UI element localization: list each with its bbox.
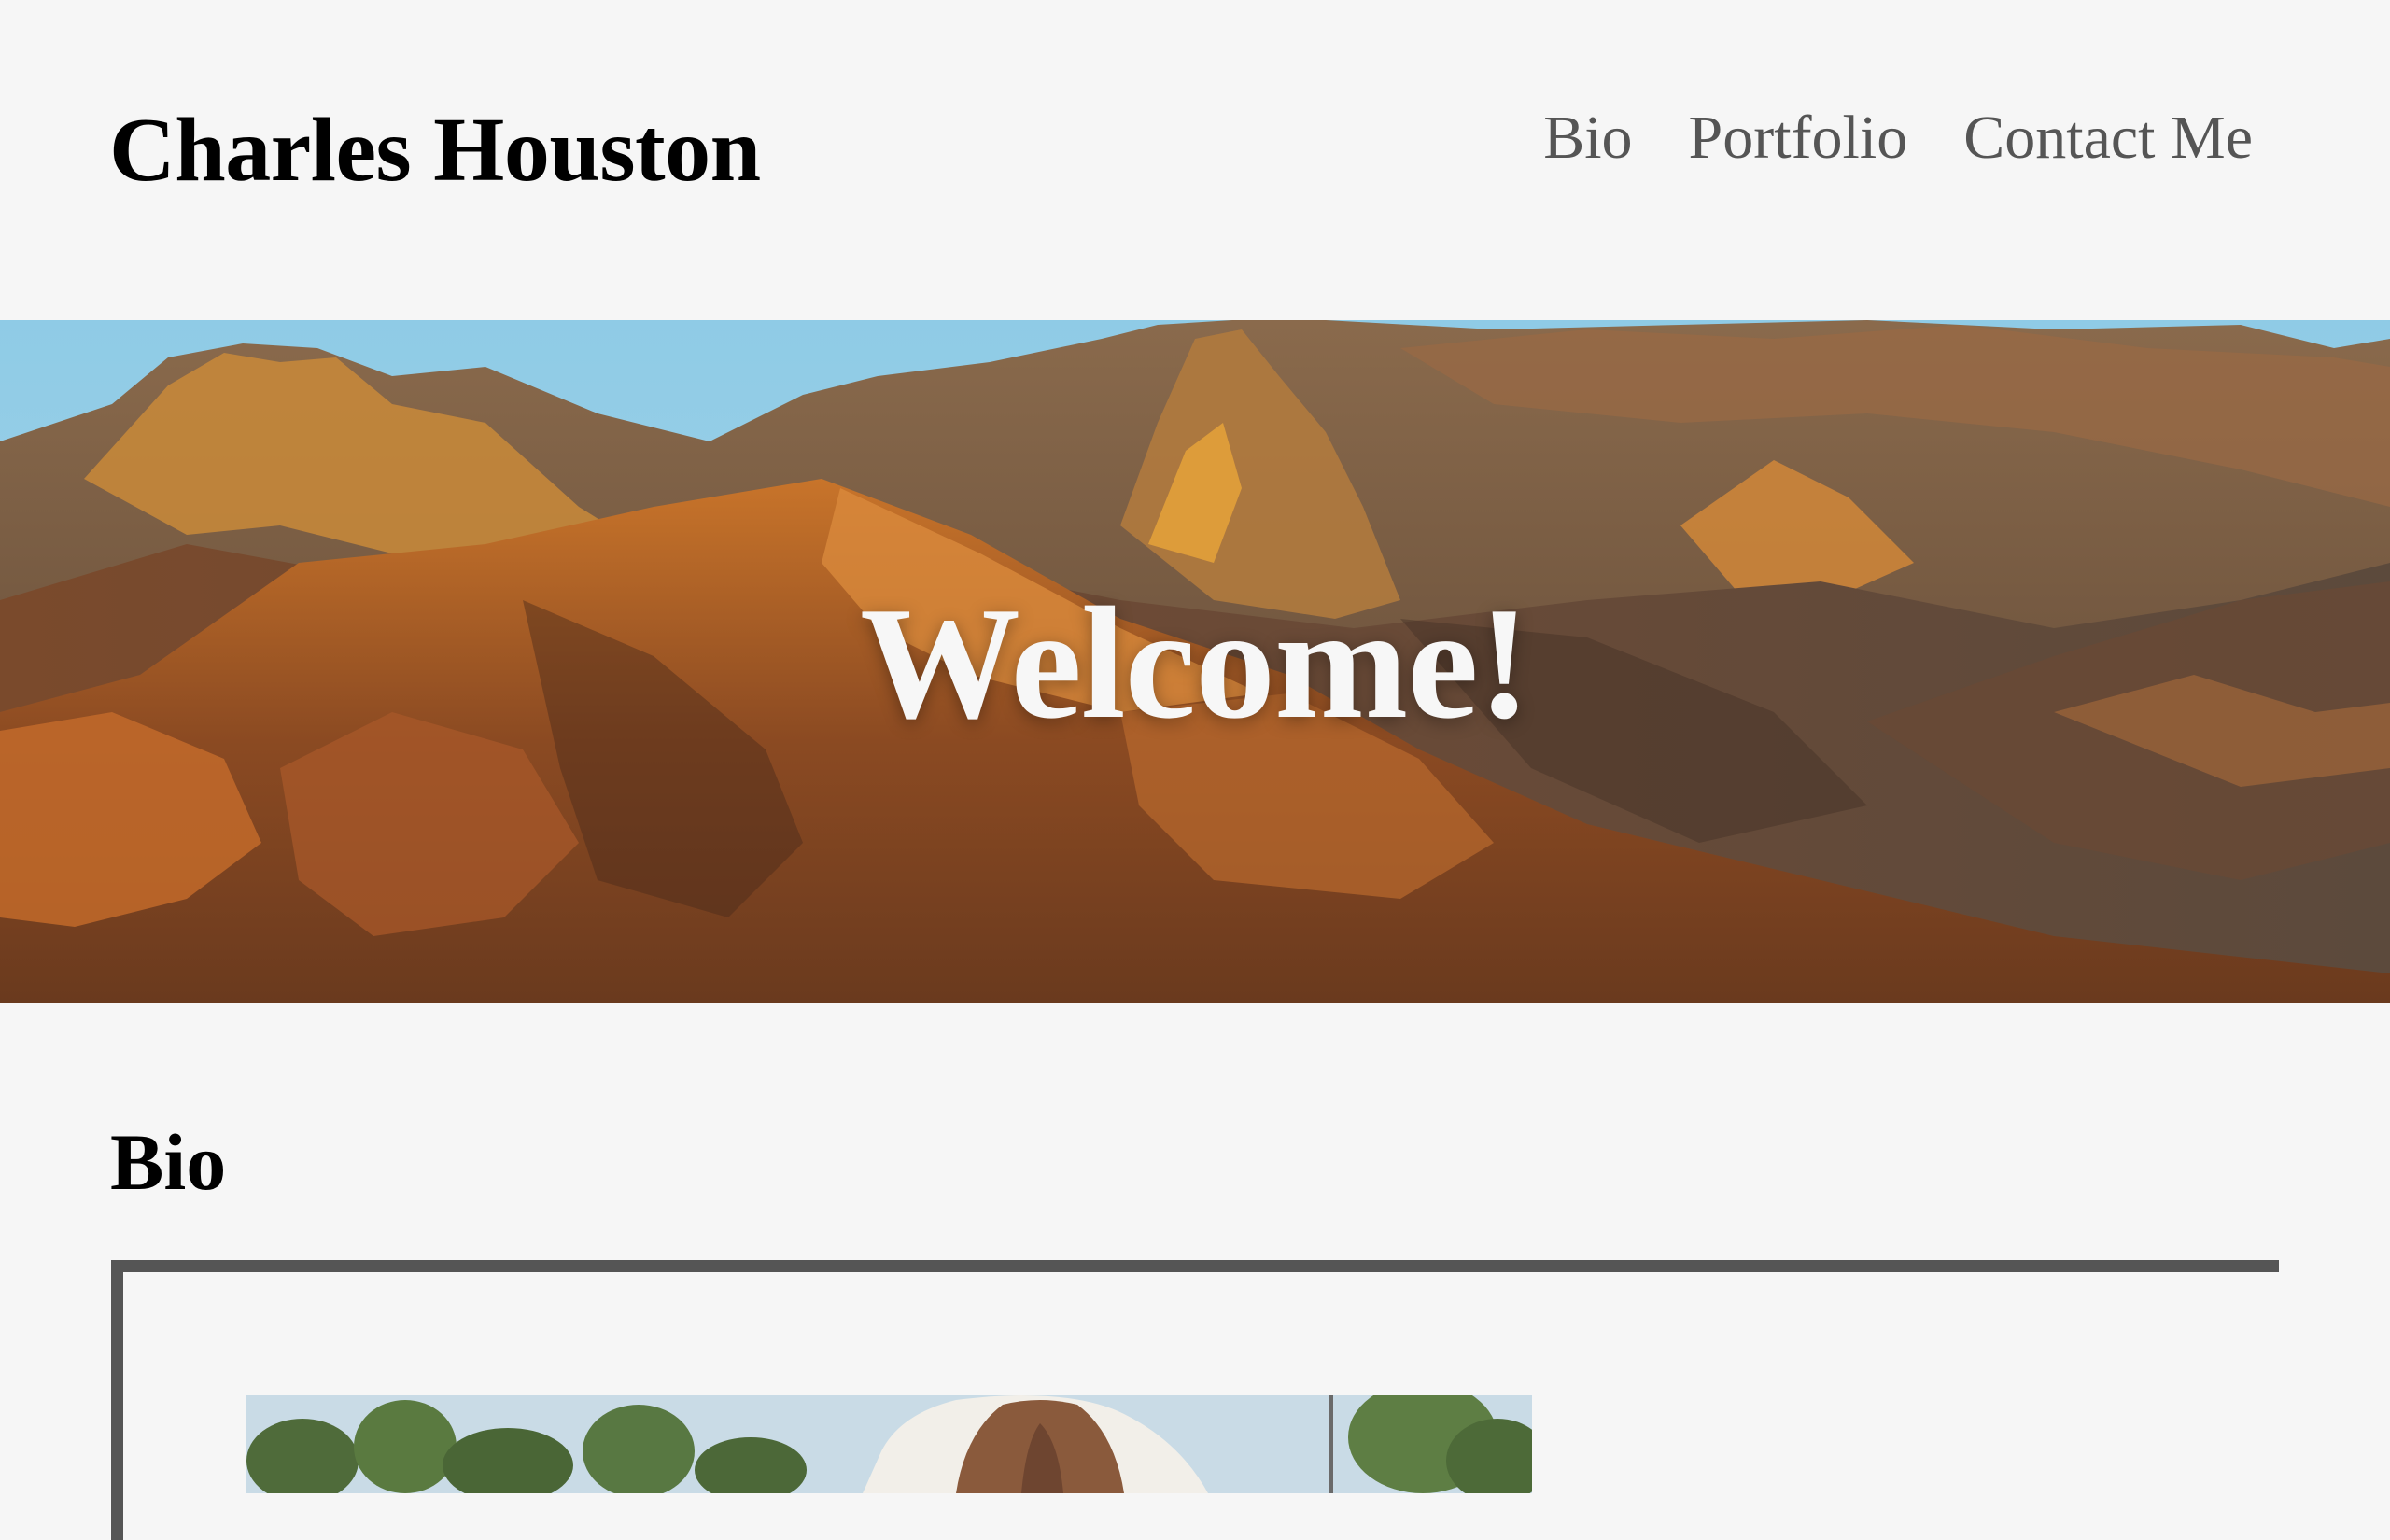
site-header: Charles Houston Bio Portfolio Contact Me	[0, 0, 2390, 320]
nav-link-bio[interactable]: Bio	[1543, 107, 1632, 169]
nav-link-portfolio[interactable]: Portfolio	[1689, 107, 1908, 169]
main-nav: Bio Portfolio Contact Me	[1543, 107, 2253, 169]
bio-heading: Bio	[110, 1117, 227, 1207]
bio-photo	[246, 1395, 1532, 1493]
site-title[interactable]: Charles Houston	[109, 105, 761, 196]
bio-photo-image	[246, 1395, 1532, 1493]
nav-link-contact-me[interactable]: Contact Me	[1963, 107, 2253, 169]
hero-title: Welcome!	[860, 575, 1531, 752]
hero-banner: Welcome!	[0, 320, 2390, 1003]
